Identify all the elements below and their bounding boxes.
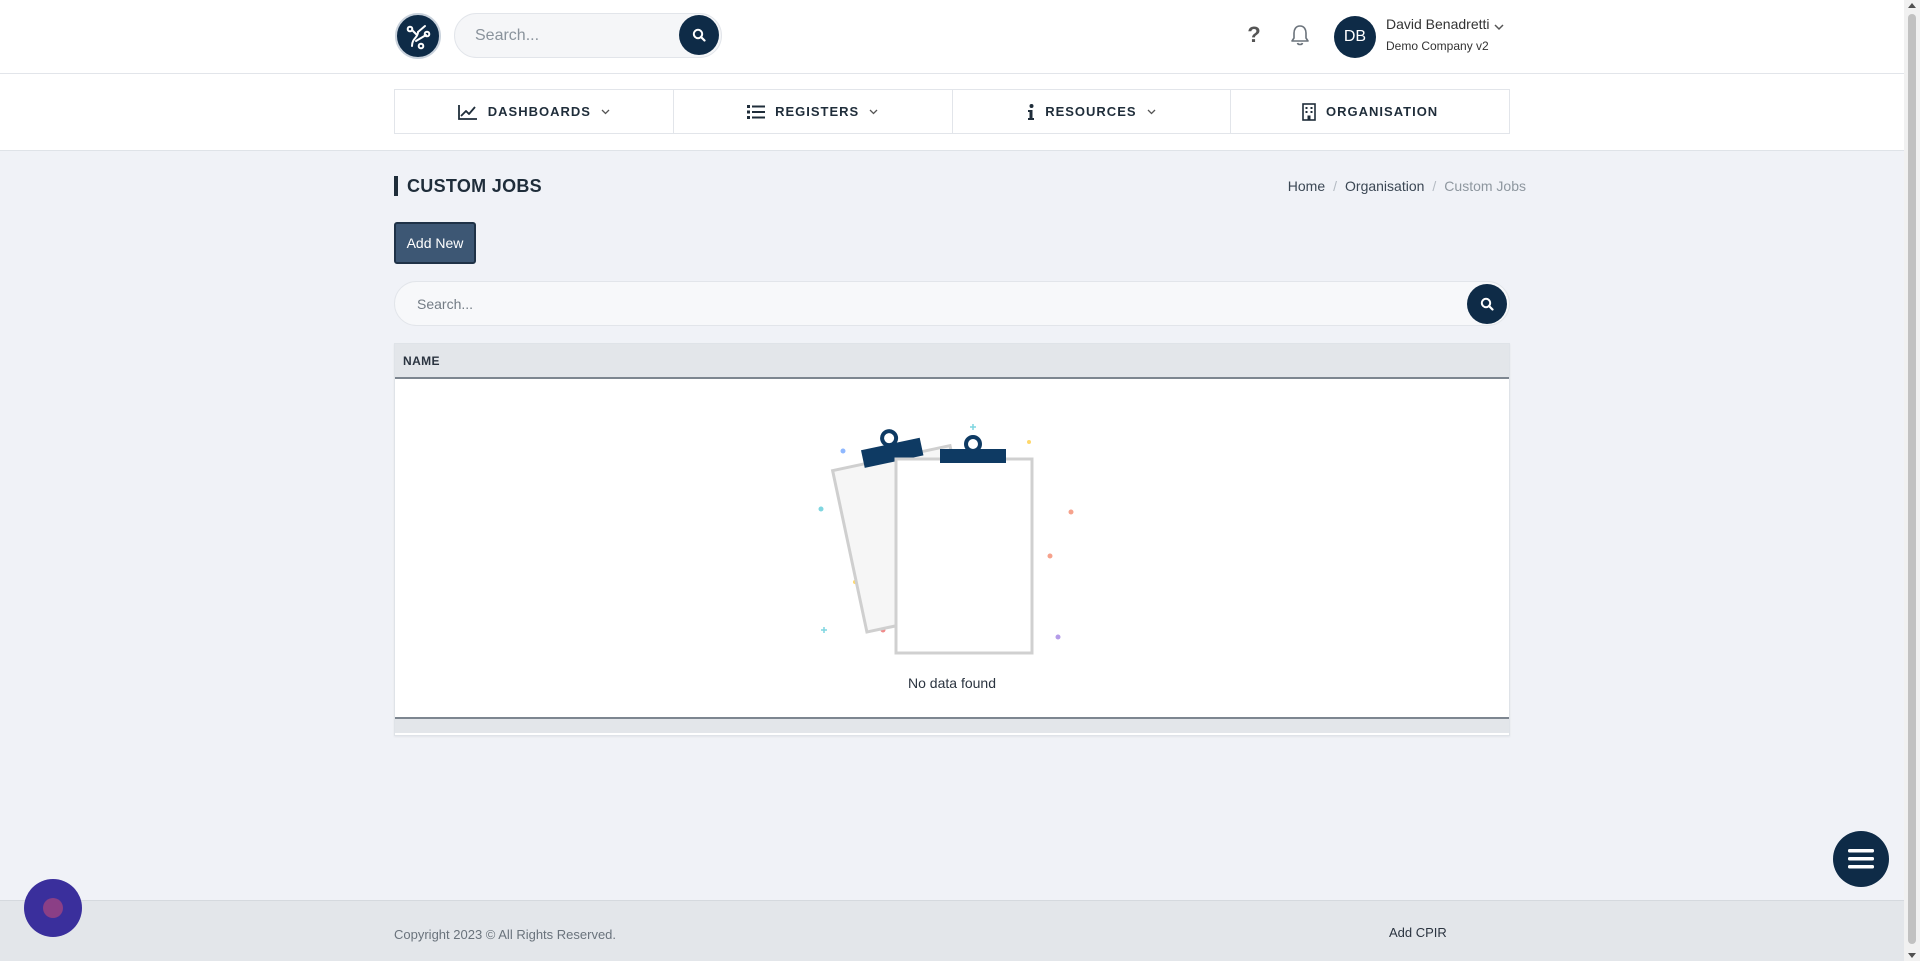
top-header: ? DB David Benadretti Demo Company v2	[0, 0, 1904, 74]
company-name: Demo Company v2	[1386, 39, 1489, 53]
main-navigation: DASHBOARDS REGISTERS RESOURCES ORGANISAT…	[394, 89, 1510, 134]
add-cpir-link[interactable]: Add CPIR	[1389, 925, 1447, 940]
main-navigation-band: DASHBOARDS REGISTERS RESOURCES ORGANISAT…	[0, 74, 1904, 151]
chart-line-icon	[457, 104, 477, 120]
list-search-input[interactable]	[417, 282, 1417, 325]
add-new-button[interactable]: Add New	[394, 222, 476, 264]
breadcrumb-home[interactable]: Home	[1288, 178, 1325, 194]
chat-widget-button[interactable]	[24, 879, 82, 937]
user-name[interactable]: David Benadretti	[1386, 16, 1490, 32]
breadcrumb-organisation[interactable]: Organisation	[1345, 178, 1424, 194]
nav-registers[interactable]: REGISTERS	[674, 90, 953, 133]
breadcrumb-separator: /	[1432, 178, 1437, 194]
info-icon	[1028, 103, 1035, 120]
global-search	[454, 13, 722, 58]
list-search	[394, 281, 1510, 326]
building-icon	[1302, 102, 1316, 121]
nav-organisation-label: ORGANISATION	[1326, 104, 1439, 119]
help-icon[interactable]: ?	[1244, 22, 1264, 50]
vertical-scrollbar[interactable]	[1904, 0, 1920, 961]
hamburger-menu-icon	[1848, 849, 1874, 869]
chevron-down-icon	[869, 109, 878, 114]
custom-jobs-table: NAME No data found	[394, 343, 1510, 736]
list-icon	[747, 104, 766, 119]
scroll-down-arrow-icon[interactable]	[1908, 953, 1916, 958]
logo-icon	[406, 25, 431, 50]
nav-registers-label: REGISTERS	[775, 104, 860, 119]
copyright-text: Copyright 2023 © All Rights Reserved.	[394, 927, 617, 942]
company-logo[interactable]	[395, 13, 441, 59]
search-icon	[692, 28, 706, 42]
global-search-button[interactable]	[679, 15, 719, 55]
list-search-button[interactable]	[1467, 284, 1507, 324]
table-footer	[395, 719, 1509, 733]
table-body: No data found	[395, 379, 1509, 719]
page-footer: Copyright 2023 © All Rights Reserved. Ad…	[0, 900, 1904, 961]
breadcrumb: Home / Organisation / Custom Jobs	[1288, 178, 1526, 194]
nav-organisation[interactable]: ORGANISATION	[1231, 90, 1509, 133]
scroll-up-arrow-icon[interactable]	[1908, 3, 1916, 8]
nav-resources-label: RESOURCES	[1045, 104, 1137, 119]
floating-menu-button[interactable]	[1833, 831, 1889, 887]
column-header-name[interactable]: NAME	[403, 354, 440, 368]
nav-resources[interactable]: RESOURCES	[953, 90, 1232, 133]
nav-dashboards-label: DASHBOARDS	[487, 104, 591, 119]
user-avatar[interactable]: DB	[1334, 16, 1376, 58]
user-menu-chevron-icon[interactable]	[1494, 18, 1504, 36]
chat-widget-icon	[43, 898, 63, 918]
chevron-down-icon	[1147, 109, 1156, 114]
breadcrumb-current: Custom Jobs	[1444, 178, 1526, 194]
global-search-input[interactable]	[475, 14, 665, 57]
table-header: NAME	[395, 344, 1509, 379]
nav-dashboards[interactable]: DASHBOARDS	[395, 90, 674, 133]
breadcrumb-separator: /	[1333, 178, 1338, 194]
empty-state-message: No data found	[908, 675, 996, 691]
scrollbar-thumb[interactable]	[1908, 14, 1916, 944]
notifications-bell-icon[interactable]	[1289, 23, 1311, 49]
page-title: CUSTOM JOBS	[394, 176, 542, 196]
chevron-down-icon	[601, 109, 610, 114]
search-icon	[1480, 297, 1494, 311]
empty-clipboards-illustration	[818, 424, 1074, 655]
